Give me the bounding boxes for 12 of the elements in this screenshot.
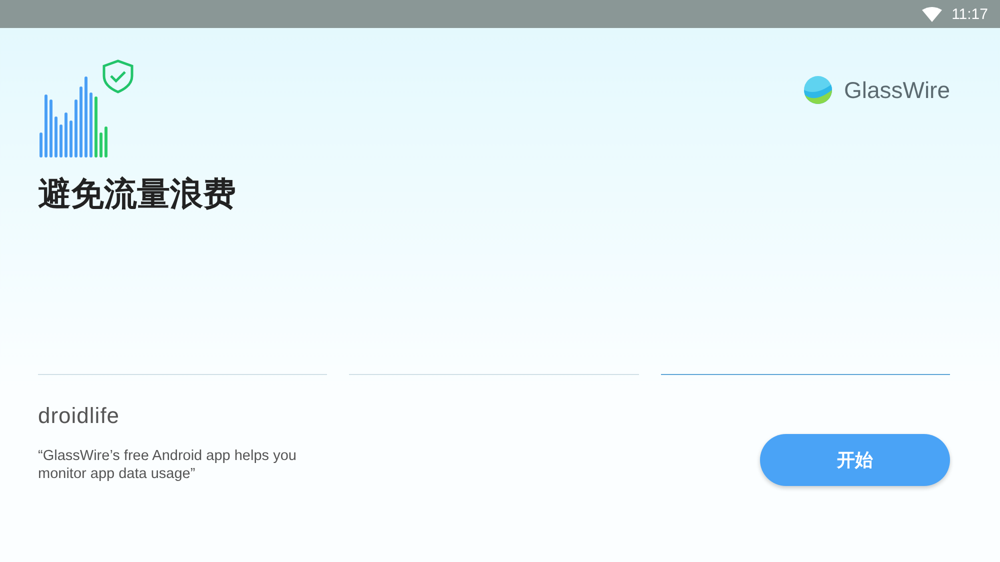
wifi-icon [922, 6, 942, 22]
page-indicator[interactable] [349, 374, 639, 375]
logo-icon [804, 76, 832, 104]
bar-chart-shield-icon [38, 58, 136, 158]
page-indicator[interactable] [660, 374, 950, 375]
start-button[interactable]: 开始 [760, 434, 950, 486]
clock: 11:17 [952, 6, 988, 22]
press-logo: droidlife [38, 403, 120, 428]
page-indicator[interactable] [38, 374, 328, 375]
press-quote: “GlassWire’s free Android app helps you monitor app data usage” [38, 447, 298, 483]
headline: 避免流量浪费 [38, 174, 237, 214]
brand-name: GlassWire [844, 76, 950, 104]
